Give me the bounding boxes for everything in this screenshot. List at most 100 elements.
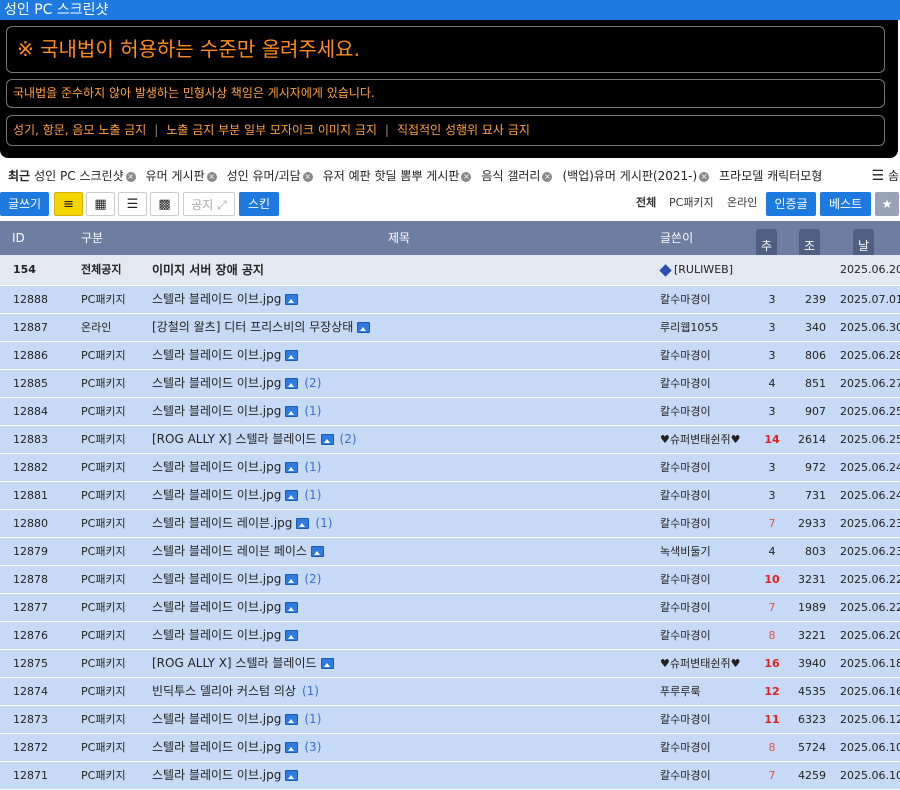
- post-author[interactable]: 칼수마경이: [660, 454, 711, 481]
- post-title-cell[interactable]: 스텔라 블레이드 이브.jpg: [152, 594, 299, 621]
- post-title[interactable]: 스텔라 블레이드 이브.jpg: [152, 600, 281, 614]
- view-list-button[interactable]: ≡: [54, 192, 83, 216]
- post-author[interactable]: [RULIWEB]: [659, 255, 733, 285]
- table-row[interactable]: 12872 PC패키지 스텔라 블레이드 이브.jpg (3) 칼수마경이 8 5724 20…: [0, 734, 900, 762]
- post-title-cell[interactable]: 스텔라 블레이드 레이븐.jpg (1): [152, 510, 332, 537]
- skin-button[interactable]: 스킨: [239, 192, 279, 216]
- post-author[interactable]: 칼수마경이: [660, 510, 711, 537]
- post-author[interactable]: 칼수마경이: [660, 286, 711, 313]
- certified-posts-button[interactable]: 인증글: [766, 192, 816, 216]
- post-title[interactable]: [ROG ALLY X] 스텔라 블레이드: [152, 432, 317, 446]
- close-icon[interactable]: ×: [542, 171, 553, 182]
- post-title-cell[interactable]: 스텔라 블레이드 이브.jpg (1): [152, 482, 321, 509]
- post-title[interactable]: [ROG ALLY X] 스텔라 블레이드: [152, 656, 317, 670]
- post-author[interactable]: 칼수마경이: [660, 594, 711, 621]
- close-icon[interactable]: ×: [125, 171, 136, 182]
- post-title[interactable]: 스텔라 블레이드 이브.jpg: [152, 572, 281, 586]
- post-author[interactable]: 칼수마경이: [660, 370, 711, 397]
- recent-board-item[interactable]: 유머 게시판 ×: [146, 169, 217, 183]
- table-row[interactable]: 12882 PC패키지 스텔라 블레이드 이브.jpg (1) 칼수마경이 3 972 202…: [0, 454, 900, 482]
- post-author[interactable]: 녹색비둘기: [660, 538, 711, 565]
- post-title[interactable]: 스텔라 블레이드 이브.jpg: [152, 404, 281, 418]
- recent-board-item[interactable]: 프라모델 캐릭터모형: [719, 169, 822, 183]
- post-title-cell[interactable]: 스텔라 블레이드 이브.jpg (2): [152, 370, 321, 397]
- table-row[interactable]: 12873 PC패키지 스텔라 블레이드 이브.jpg (1) 칼수마경이 11 6323 2…: [0, 706, 900, 734]
- post-title[interactable]: 스텔라 블레이드 이브.jpg: [152, 712, 281, 726]
- post-author[interactable]: ♥슈퍼변태쉰쥐♥: [660, 650, 740, 677]
- post-author[interactable]: 칼수마경이: [660, 762, 711, 789]
- post-title-cell[interactable]: [ROG ALLY X] 스텔라 블레이드: [152, 650, 334, 677]
- post-title-cell[interactable]: 스텔라 블레이드 이브.jpg: [152, 342, 299, 369]
- close-icon[interactable]: ×: [699, 171, 710, 182]
- post-title-cell[interactable]: 스텔라 블레이드 이브.jpg (1): [152, 706, 321, 733]
- post-title-cell[interactable]: 스텔라 블레이드 이브.jpg (2): [152, 566, 321, 593]
- comment-count[interactable]: (3): [304, 740, 321, 754]
- comment-count[interactable]: (1): [304, 460, 321, 474]
- table-row[interactable]: 12877 PC패키지 스텔라 블레이드 이브.jpg 칼수마경이 7 1989 2025.…: [0, 594, 900, 622]
- table-row[interactable]: 12885 PC패키지 스텔라 블레이드 이브.jpg (2) 칼수마경이 4 851 202…: [0, 370, 900, 398]
- post-title[interactable]: 스텔라 블레이드 이브.jpg: [152, 348, 281, 362]
- recent-board-item[interactable]: 성인 PC 스크린샷 ×: [34, 169, 136, 183]
- recent-board-item[interactable]: 성인 유머/괴담 ×: [227, 169, 313, 183]
- table-row[interactable]: 12883 PC패키지 [ROG ALLY X] 스텔라 블레이드 (2) ♥슈퍼변태쉰…: [0, 426, 900, 454]
- table-row[interactable]: 12887 온라인 [강철의 왈츠] 디터 프리스비의 무장상태 루리웹1055 3 34…: [0, 314, 900, 342]
- table-row[interactable]: 12879 PC패키지 스텔라 블레이드 레이븐 페이스 녹색비둘기 4 803 2025.…: [0, 538, 900, 566]
- post-title-cell[interactable]: 스텔라 블레이드 이브.jpg: [152, 762, 299, 789]
- comment-count[interactable]: (1): [304, 488, 321, 502]
- post-author[interactable]: 칼수마경이: [660, 566, 711, 593]
- view-grid-large-button[interactable]: ▩: [150, 192, 179, 216]
- recent-board-item[interactable]: 음식 갤러리 ×: [481, 169, 553, 183]
- post-title-cell[interactable]: [ROG ALLY X] 스텔라 블레이드 (2): [152, 426, 357, 453]
- table-row[interactable]: 12878 PC패키지 스텔라 블레이드 이브.jpg (2) 칼수마경이 10 3231 2…: [0, 566, 900, 594]
- close-icon[interactable]: ×: [206, 171, 217, 182]
- post-title[interactable]: 스텔라 블레이드 이브.jpg: [152, 376, 281, 390]
- post-title[interactable]: 스텔라 블레이드 레이븐.jpg: [152, 516, 292, 530]
- table-row[interactable]: 12880 PC패키지 스텔라 블레이드 레이븐.jpg (1) 칼수마경이 7 2933 2…: [0, 510, 900, 538]
- post-author[interactable]: ♥슈퍼변태쉰쥐♥: [660, 426, 740, 453]
- table-row[interactable]: 12876 PC패키지 스텔라 블레이드 이브.jpg 칼수마경이 8 3221 2025.…: [0, 622, 900, 650]
- post-title-cell[interactable]: 스텔라 블레이드 이브.jpg: [152, 622, 299, 649]
- close-icon[interactable]: ×: [461, 171, 472, 182]
- comment-count[interactable]: (1): [315, 516, 332, 530]
- star-icon[interactable]: ★: [875, 192, 899, 216]
- post-title-cell[interactable]: 스텔라 블레이드 레이븐 페이스: [152, 538, 324, 565]
- close-icon[interactable]: ×: [302, 171, 313, 182]
- recent-board-item[interactable]: 유저 예판 핫딜 뽐뿌 게시판 ×: [323, 169, 472, 183]
- write-button[interactable]: 글쓰기: [0, 192, 49, 216]
- post-title-cell[interactable]: [강철의 왈츠] 디터 프리스비의 무장상태: [152, 314, 371, 341]
- post-title[interactable]: 이미지 서버 장애 공지: [152, 255, 264, 285]
- post-author[interactable]: 푸루루룩: [660, 678, 700, 705]
- post-title[interactable]: 스텔라 블레이드 이브.jpg: [152, 292, 281, 306]
- notice-toggle-button[interactable]: 공지 ⤢: [183, 192, 235, 216]
- post-title[interactable]: [강철의 왈츠] 디터 프리스비의 무장상태: [152, 320, 353, 334]
- recent-board-item[interactable]: (백업)유머 게시판(2021-) ×: [562, 169, 710, 183]
- filter-online[interactable]: 온라인: [727, 192, 757, 214]
- post-title[interactable]: 스텔라 블레이드 이브.jpg: [152, 628, 281, 642]
- menu-icon[interactable]: ☰: [871, 164, 884, 188]
- filter-all[interactable]: 전체: [636, 192, 656, 214]
- comment-count[interactable]: (2): [304, 376, 321, 390]
- comment-count[interactable]: (2): [304, 572, 321, 586]
- post-title-cell[interactable]: 스텔라 블레이드 이브.jpg: [152, 286, 299, 313]
- table-row[interactable]: 12886 PC패키지 스텔라 블레이드 이브.jpg 칼수마경이 3 806 2025.0…: [0, 342, 900, 370]
- table-row[interactable]: 12888 PC패키지 스텔라 블레이드 이브.jpg 칼수마경이 3 239 2025.0…: [0, 286, 900, 314]
- table-row[interactable]: 12871 PC패키지 스텔라 블레이드 이브.jpg 칼수마경이 7 4259 2025.…: [0, 762, 900, 790]
- comment-count[interactable]: (1): [304, 712, 321, 726]
- table-row[interactable]: 12884 PC패키지 스텔라 블레이드 이브.jpg (1) 칼수마경이 3 907 202…: [0, 398, 900, 426]
- post-title-cell[interactable]: 스텔라 블레이드 이브.jpg (1): [152, 454, 321, 481]
- table-row[interactable]: 12881 PC패키지 스텔라 블레이드 이브.jpg (1) 칼수마경이 3 731 202…: [0, 482, 900, 510]
- post-author[interactable]: 칼수마경이: [660, 734, 711, 761]
- post-title-cell[interactable]: 스텔라 블레이드 이브.jpg (3): [152, 734, 321, 761]
- best-posts-button[interactable]: 베스트: [820, 192, 871, 216]
- post-author[interactable]: 칼수마경이: [660, 398, 711, 425]
- post-title-cell[interactable]: 빈딕투스 델리아 커스텀 의상 (1): [152, 678, 319, 705]
- view-thumbnail-list-button[interactable]: ☰: [118, 192, 147, 216]
- table-row[interactable]: 12874 PC패키지 빈딕투스 델리아 커스텀 의상 (1) 푸루루룩 12 4535 20…: [0, 678, 900, 706]
- post-author[interactable]: 칼수마경이: [660, 706, 711, 733]
- post-author[interactable]: 칼수마경이: [660, 622, 711, 649]
- post-title[interactable]: 스텔라 블레이드 이브.jpg: [152, 740, 281, 754]
- comment-count[interactable]: (2): [340, 432, 357, 446]
- post-title[interactable]: 빈딕투스 델리아 커스텀 의상: [152, 684, 296, 698]
- notice-row[interactable]: 154 전체공지 이미지 서버 장애 공지 [RULIWEB] 2025.06.…: [0, 255, 900, 286]
- table-row[interactable]: 12875 PC패키지 [ROG ALLY X] 스텔라 블레이드 ♥슈퍼변태쉰쥐♥ 1…: [0, 650, 900, 678]
